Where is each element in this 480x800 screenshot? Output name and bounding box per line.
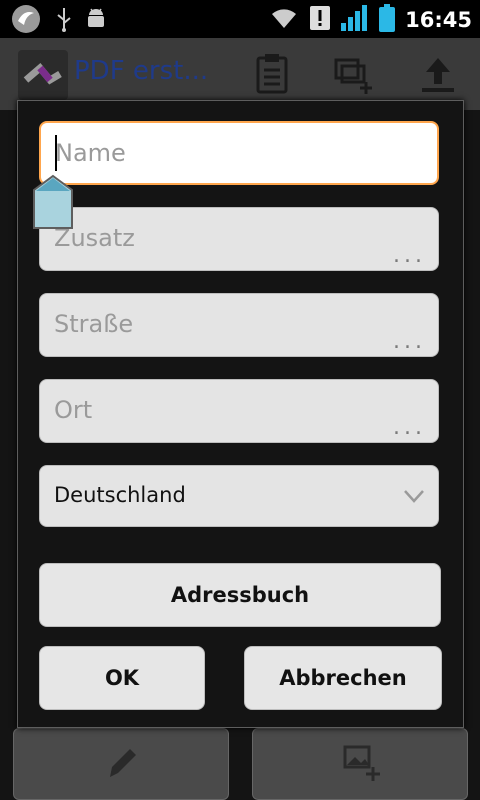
- alert-icon: [309, 5, 331, 35]
- app-notification-icon: [8, 3, 44, 39]
- more-icon[interactable]: ...: [393, 243, 426, 268]
- add-image-icon: [341, 743, 381, 787]
- clock: 16:45: [405, 8, 472, 32]
- signal-icon: [341, 5, 369, 35]
- upload-icon[interactable]: [416, 52, 460, 96]
- zusatz-field[interactable]: Zusatz ...: [39, 207, 439, 271]
- address-dialog: Name Zusatz ... Straße ... Ort ... Deuts…: [17, 100, 464, 728]
- add-layer-icon[interactable]: [332, 52, 376, 96]
- android-debug-icon: [84, 7, 108, 35]
- ort-placeholder: Ort: [54, 396, 93, 424]
- battery-icon: [379, 4, 396, 36]
- wifi-icon: [269, 6, 299, 34]
- status-bar: 16:45: [0, 0, 480, 38]
- chevron-down-icon: [402, 484, 426, 508]
- app-logo-icon[interactable]: [18, 50, 68, 100]
- name-placeholder: Name: [55, 139, 126, 167]
- country-value: Deutschland: [54, 483, 186, 507]
- more-icon[interactable]: ...: [393, 415, 426, 440]
- app-title: PDF erst...: [74, 56, 209, 86]
- pencil-icon: [102, 743, 142, 787]
- addressbook-button[interactable]: Adressbuch: [39, 563, 441, 627]
- cancel-button[interactable]: Abbrechen: [244, 646, 442, 710]
- text-cursor: [55, 135, 57, 171]
- strasse-placeholder: Straße: [54, 310, 134, 338]
- edit-button[interactable]: [13, 728, 229, 800]
- country-select[interactable]: Deutschland: [39, 465, 439, 527]
- strasse-field[interactable]: Straße ...: [39, 293, 439, 357]
- ort-field[interactable]: Ort ...: [39, 379, 439, 443]
- usb-icon: [54, 6, 74, 36]
- clipboard-icon[interactable]: [250, 52, 294, 96]
- add-image-button[interactable]: [252, 728, 468, 800]
- ok-button[interactable]: OK: [39, 646, 205, 710]
- text-selection-handle[interactable]: [32, 174, 74, 230]
- name-field[interactable]: Name: [39, 121, 439, 185]
- more-icon[interactable]: ...: [393, 329, 426, 354]
